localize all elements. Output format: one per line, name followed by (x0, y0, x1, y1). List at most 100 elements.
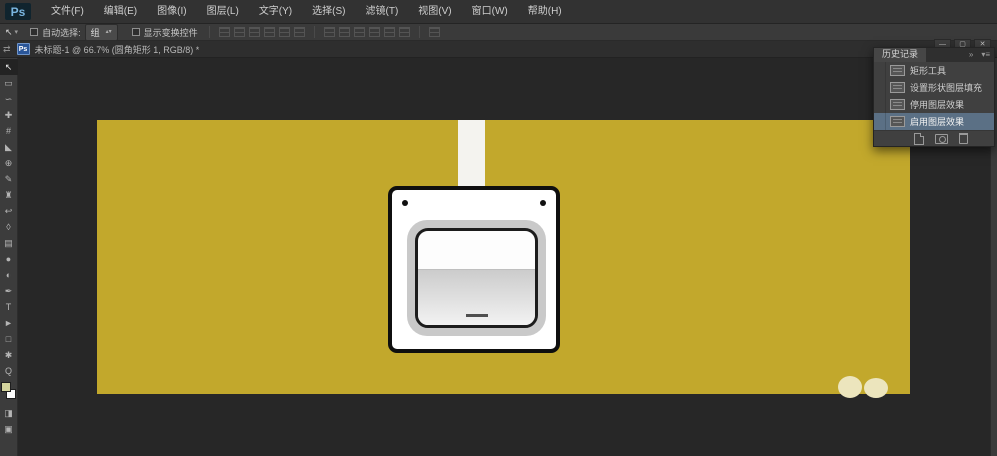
history-state-icon (890, 65, 905, 76)
show-transform-checkbox[interactable] (132, 28, 140, 36)
history-state-row-selected[interactable]: 启用图层效果 (874, 113, 994, 130)
auto-select-checkbox[interactable] (30, 28, 38, 36)
menu-filter[interactable]: 滤镜(T) (356, 0, 409, 24)
screw-left (402, 200, 408, 206)
align-right-edges-icon[interactable] (294, 27, 305, 37)
collapse-panel-icon[interactable]: » (965, 48, 977, 62)
auto-select-value: 组 (91, 26, 100, 39)
menu-view[interactable]: 视图(V) (408, 0, 461, 24)
menu-bar: Ps 文件(F) 编辑(E) 图像(I) 图层(L) 文字(Y) 选择(S) 滤… (0, 0, 997, 24)
document-title[interactable]: 未标题-1 @ 66.7% (圆角矩形 1, RGB/8) * (35, 43, 200, 56)
delete-state-icon[interactable] (959, 133, 968, 144)
new-snapshot-icon[interactable] (935, 134, 948, 144)
align-top-edges-icon[interactable] (219, 27, 230, 37)
history-brush-source-cell[interactable] (874, 96, 886, 113)
document-tab-bar: ⇄ Ps 未标题-1 @ 66.7% (圆角矩形 1, RGB/8) * — ▢… (0, 41, 997, 58)
new-document-from-state-icon[interactable] (914, 133, 924, 145)
history-state-label: 设置形状图层填充 (910, 81, 982, 94)
dropdown-arrows-icon: ▴▾ (106, 29, 112, 35)
menu-help[interactable]: 帮助(H) (518, 0, 572, 24)
document-canvas[interactable] (18, 58, 997, 456)
distribute-top-edges-icon[interactable] (324, 27, 335, 37)
align-horizontal-centers-icon[interactable] (279, 27, 290, 37)
menu-layer[interactable]: 图层(L) (197, 0, 249, 24)
decor-blob (838, 376, 862, 398)
quick-selection-tool[interactable]: ✚ (0, 107, 18, 123)
decor-blob (864, 378, 888, 398)
color-swatches[interactable] (0, 381, 18, 405)
auto-align-layers-icon[interactable] (429, 27, 440, 37)
move-tool[interactable]: ↖ (0, 59, 18, 75)
marquee-tool[interactable]: ▭ (0, 75, 18, 91)
auto-select-label: 自动选择: (42, 26, 81, 39)
screw-right (540, 200, 546, 206)
history-panel-footer (874, 130, 994, 146)
eraser-tool[interactable]: ◊ (0, 219, 18, 235)
blur-tool[interactable]: ● (0, 251, 18, 267)
move-tool-icon: ↖ (5, 27, 13, 38)
crop-tool[interactable]: # (0, 123, 18, 139)
gradient-tool[interactable]: ▤ (0, 235, 18, 251)
distribute-left-edges-icon[interactable] (369, 27, 380, 37)
switch-rocker (415, 228, 538, 328)
hand-tool[interactable]: ✱ (0, 347, 18, 363)
history-state-row[interactable]: 设置形状图层填充 (874, 79, 994, 96)
artboard-yellow-background (97, 120, 910, 394)
document-file-icon: Ps (17, 43, 30, 55)
align-bottom-edges-icon[interactable] (249, 27, 260, 37)
menu-window[interactable]: 窗口(W) (462, 0, 518, 24)
switch-grip-dash (466, 314, 488, 317)
dock-toggle-icon[interactable]: ⇄ (3, 44, 11, 55)
menu-edit[interactable]: 编辑(E) (94, 0, 147, 24)
dodge-tool[interactable]: ◐ (0, 267, 18, 283)
options-separator (209, 26, 210, 38)
auto-select-dropdown[interactable]: 组 ▴▾ (85, 24, 118, 41)
options-separator (419, 26, 420, 38)
menu-file[interactable]: 文件(F) (41, 0, 94, 24)
history-state-icon (890, 82, 905, 93)
light-switch-plate (388, 186, 560, 353)
tool-options-bar: ↖ ▾ 自动选择: 组 ▴▾ 显示变换控件 (0, 24, 997, 41)
distribute-vertical-centers-icon[interactable] (339, 27, 350, 37)
distribute-right-edges-icon[interactable] (399, 27, 410, 37)
tools-panel: ↖ ▭ ∽ ✚ # ◣ ⊕ ✎ ♜ ↩ ◊ ▤ ● ◐ ✒ T ► □ ✱ Q … (0, 58, 18, 456)
pen-tool[interactable]: ✒ (0, 283, 18, 299)
path-selection-tool[interactable]: ► (0, 315, 18, 331)
history-state-icon (890, 99, 905, 110)
history-brush-source-cell[interactable] (874, 62, 886, 79)
align-left-edges-icon[interactable] (264, 27, 275, 37)
switch-recess (407, 220, 546, 336)
menu-select[interactable]: 选择(S) (302, 0, 355, 24)
history-brush-source-cell[interactable] (874, 79, 886, 96)
history-panel-tab[interactable]: 历史记录 (874, 48, 926, 62)
menu-image[interactable]: 图像(I) (147, 0, 196, 24)
history-state-label: 启用图层效果 (910, 115, 964, 128)
lasso-tool[interactable]: ∽ (0, 91, 18, 107)
panel-menu-icon[interactable]: ▾≡ (977, 48, 994, 62)
brush-tool[interactable]: ✎ (0, 171, 18, 187)
shape-tool[interactable]: □ (0, 331, 18, 347)
history-state-row[interactable]: 矩形工具 (874, 62, 994, 79)
screen-mode-button[interactable]: ▣ (0, 421, 18, 437)
eyedropper-tool[interactable]: ◣ (0, 139, 18, 155)
distribute-horizontal-centers-icon[interactable] (384, 27, 395, 37)
history-brush-source-cell[interactable] (874, 113, 886, 130)
history-panel-header: 历史记录 » ▾≡ (874, 48, 994, 62)
foreground-color-swatch[interactable] (1, 382, 11, 392)
history-state-label: 停用图层效果 (910, 98, 964, 111)
tool-preset-caret-icon[interactable]: ▾ (15, 28, 19, 36)
history-state-label: 矩形工具 (910, 64, 946, 77)
align-vertical-centers-icon[interactable] (234, 27, 245, 37)
show-transform-label: 显示变换控件 (144, 26, 198, 39)
type-tool[interactable]: T (0, 299, 18, 315)
history-brush-tool[interactable]: ↩ (0, 203, 18, 219)
distribute-bottom-edges-icon[interactable] (354, 27, 365, 37)
clone-stamp-tool[interactable]: ♜ (0, 187, 18, 203)
menu-type[interactable]: 文字(Y) (249, 0, 302, 24)
options-separator (314, 26, 315, 38)
history-state-row[interactable]: 停用图层效果 (874, 96, 994, 113)
history-panel: 历史记录 » ▾≡ 矩形工具 设置形状图层填充 停用图层效果 启用图层效果 (873, 47, 995, 147)
healing-brush-tool[interactable]: ⊕ (0, 155, 18, 171)
quick-mask-button[interactable]: ◨ (0, 405, 18, 421)
zoom-tool[interactable]: Q (0, 363, 18, 379)
